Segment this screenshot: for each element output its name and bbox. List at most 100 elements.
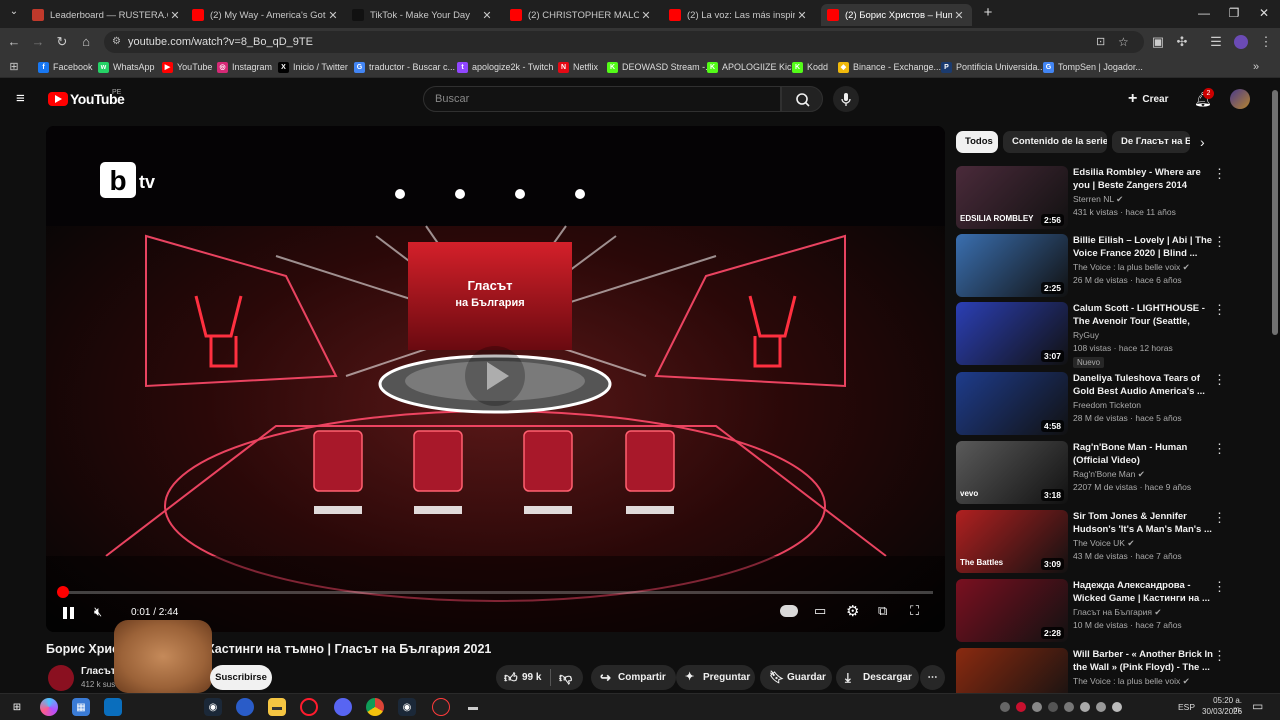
recommended-channel[interactable]: Гласът на България ✔ bbox=[1073, 607, 1161, 618]
youtube-logo-icon[interactable] bbox=[48, 92, 68, 106]
recommended-video[interactable]: The Battles 3:09 Sir Tom Jones & Jennifer … bbox=[956, 510, 1270, 574]
tab-close-icon[interactable]: ✕ bbox=[480, 9, 494, 22]
address-bar[interactable]: ⚙ youtube.com/watch?v=8_Bo_qD_9TE ⊡ ☆ bbox=[104, 31, 1144, 53]
recommended-title[interactable]: Daneliya Tuleshova Tears of Gold Best Au… bbox=[1073, 372, 1213, 398]
browser-tab[interactable]: Leaderboard — RUSTERA.CO | RUSTERA.CO✕ bbox=[26, 4, 188, 26]
forward-icon[interactable]: → bbox=[30, 34, 46, 50]
discord-icon[interactable] bbox=[334, 698, 352, 716]
steam-app-icon[interactable]: ◉ bbox=[398, 698, 416, 716]
recommended-video[interactable]: 4:58 Daneliya Tuleshova Tears of Gold Bes… bbox=[956, 372, 1270, 436]
bookmark-item[interactable]: P Pontificia Universida... bbox=[941, 59, 1045, 75]
file-explorer-icon[interactable]: ▬ bbox=[268, 698, 286, 716]
more-options-icon[interactable]: ⋮ bbox=[1213, 648, 1226, 664]
search-button[interactable] bbox=[781, 86, 823, 112]
bookmark-item[interactable]: G TompSen | Jogador... bbox=[1043, 59, 1143, 75]
mail-icon[interactable] bbox=[104, 698, 122, 716]
extensions-puzzle-icon[interactable]: ✣ bbox=[1174, 34, 1190, 50]
steam-icon[interactable]: ◉ bbox=[204, 698, 222, 716]
more-options-icon[interactable]: ⋮ bbox=[1213, 441, 1226, 457]
more-actions-button[interactable]: ⋯ bbox=[920, 665, 945, 690]
tab-search-chevron-icon[interactable]: ⌄ bbox=[0, 6, 28, 17]
more-options-icon[interactable]: ⋮ bbox=[1213, 234, 1226, 250]
browser-tab[interactable]: (2) CHRISTOPHER MALONEY✕ bbox=[504, 4, 659, 26]
miniplayer-icon[interactable]: ⧉ bbox=[878, 603, 887, 619]
recommended-channel[interactable]: The Voice UK ✔ bbox=[1073, 538, 1134, 549]
maximize-button[interactable]: ❐ bbox=[1220, 6, 1248, 20]
recommended-channel[interactable]: Freedom Ticketon bbox=[1073, 400, 1141, 410]
browser-tab[interactable]: (2) La voz: Las más inspiradoras✕ bbox=[663, 4, 815, 26]
recommended-video[interactable]: EDSILIA ROMBLEY 2:56 Edsilia Rombley - Whe… bbox=[956, 166, 1270, 230]
more-options-icon[interactable]: ⋮ bbox=[1213, 579, 1226, 595]
bookmark-item[interactable]: ◆ Binance - Exchange... bbox=[838, 59, 941, 75]
windows-start-icon[interactable]: ⊞ bbox=[8, 698, 26, 716]
notification-center-icon[interactable]: ▭ bbox=[1252, 699, 1263, 713]
system-tray-icons[interactable] bbox=[1000, 702, 1160, 714]
recommended-title[interactable]: Edsilia Rombley - Where are you | Beste … bbox=[1073, 166, 1213, 192]
tab-close-icon[interactable]: ✕ bbox=[326, 9, 340, 22]
apps-grid-icon[interactable]: ⊞ bbox=[6, 59, 22, 75]
like-icon[interactable]: 👍︎ bbox=[504, 665, 518, 690]
recommended-title[interactable]: Надежда Александрова - Wicked Game | Кас… bbox=[1073, 579, 1213, 605]
recommended-channel[interactable]: RyGuy bbox=[1073, 330, 1099, 340]
video-thumbnail[interactable]: vevo 3:18 bbox=[956, 441, 1068, 504]
pause-button[interactable] bbox=[60, 604, 78, 622]
download-button[interactable]: ⤓ Descargar bbox=[836, 665, 919, 690]
video-thumbnail[interactable]: 2:28 bbox=[956, 579, 1068, 642]
recommended-video[interactable]: 2:25 Billie Eilish – Lovely | Abi | The V… bbox=[956, 234, 1270, 298]
tab-close-icon[interactable]: ✕ bbox=[168, 9, 182, 22]
video-thumbnail[interactable]: The Battles 3:09 bbox=[956, 510, 1068, 573]
site-info-icon[interactable]: ⚙ bbox=[112, 31, 121, 53]
subtitles-icon[interactable]: ▭ bbox=[814, 603, 826, 619]
bookmark-item[interactable]: ◎ Instagram bbox=[217, 59, 272, 75]
close-window-button[interactable]: ✕ bbox=[1250, 6, 1278, 20]
new-tab-button[interactable]: + bbox=[974, 4, 1002, 21]
install-app-icon[interactable]: ⊡ bbox=[1096, 31, 1105, 53]
riot-icon[interactable] bbox=[432, 698, 450, 716]
bookmark-item[interactable]: K Kodd bbox=[792, 59, 828, 75]
filter-chip[interactable]: De Гласът на България bbox=[1112, 131, 1190, 153]
tab-close-icon[interactable]: ✕ bbox=[795, 9, 809, 22]
bookmark-item[interactable]: X Inicio / Twitter bbox=[278, 59, 348, 75]
filter-chip[interactable]: Contenido de la serie bbox=[1003, 131, 1107, 153]
app-small-icon[interactable]: ▬ bbox=[464, 698, 482, 716]
channel-name[interactable]: Гласът на България bbox=[81, 666, 117, 677]
progress-bar[interactable] bbox=[58, 591, 933, 594]
home-icon[interactable]: ⌂ bbox=[78, 34, 94, 50]
video-thumbnail[interactable]: 3:07 bbox=[956, 302, 1068, 365]
recommended-video[interactable]: 3:07 Calum Scott - LIGHTHOUSE - The Aveno… bbox=[956, 302, 1270, 368]
video-thumbnail[interactable]: EDSILIA ROMBLEY 2:56 bbox=[956, 166, 1068, 229]
recommended-video[interactable]: Will Barber - « Another Brick In the Wal… bbox=[956, 648, 1270, 711]
profile-avatar[interactable] bbox=[1234, 35, 1248, 49]
clock-date[interactable]: 30/03/2026 bbox=[1202, 707, 1242, 716]
browser-tab[interactable]: (2) My Way - America's Got Talent✕ bbox=[186, 4, 346, 26]
reload-icon[interactable]: ↻ bbox=[54, 34, 70, 50]
more-options-icon[interactable]: ⋮ bbox=[1213, 372, 1226, 388]
recommended-video[interactable]: vevo 3:18 Rag'n'Bone Man - Human (Official… bbox=[956, 441, 1270, 505]
bookmark-item[interactable]: N Netflix bbox=[558, 59, 598, 75]
mute-icon[interactable]: 🔇︎ bbox=[94, 604, 102, 620]
bookmark-item[interactable]: K APOLOGIIZE Kick bbox=[707, 59, 796, 75]
bookmark-item[interactable]: f Facebook bbox=[38, 59, 93, 75]
browser-tab[interactable]: TikTok - Make Your Day ✕ bbox=[346, 4, 500, 26]
voice-search-button[interactable] bbox=[833, 86, 859, 112]
create-button[interactable]: + Crear bbox=[1128, 90, 1168, 108]
like-count[interactable]: 99 k bbox=[522, 665, 541, 690]
recommended-title[interactable]: Rag'n'Bone Man - Human (Official Video) bbox=[1073, 441, 1213, 467]
page-scrollbar[interactable] bbox=[1272, 90, 1278, 335]
ask-button[interactable]: ✦ Preguntar bbox=[676, 665, 755, 690]
video-thumbnail[interactable]: 4:58 bbox=[956, 372, 1068, 435]
bookmark-item[interactable]: Gtraductor - Buscar c... bbox=[354, 59, 455, 75]
share-button[interactable]: ↪ Compartir bbox=[591, 665, 676, 690]
recommended-title[interactable]: Sir Tom Jones & Jennifer Hudson's 'It's … bbox=[1073, 510, 1213, 536]
save-button[interactable]: 🔖︎ Guardar bbox=[760, 665, 832, 690]
channel-avatar[interactable] bbox=[48, 665, 74, 691]
guide-menu-icon[interactable]: ≡ bbox=[16, 91, 32, 106]
bookmark-item[interactable]: K DEOWASD Stream -... bbox=[607, 59, 713, 75]
subscribe-button[interactable]: Suscribirse bbox=[210, 665, 272, 690]
input-language[interactable]: ESP bbox=[1178, 702, 1195, 712]
autoplay-toggle[interactable] bbox=[780, 605, 798, 617]
chrome-icon[interactable] bbox=[366, 698, 384, 716]
more-bookmarks-icon[interactable]: » bbox=[1248, 59, 1264, 75]
browser-tab[interactable]: (2) Борис Христов – Human | Кастинги✕ bbox=[821, 4, 972, 26]
bookmark-star-icon[interactable]: ☆ bbox=[1118, 31, 1129, 53]
